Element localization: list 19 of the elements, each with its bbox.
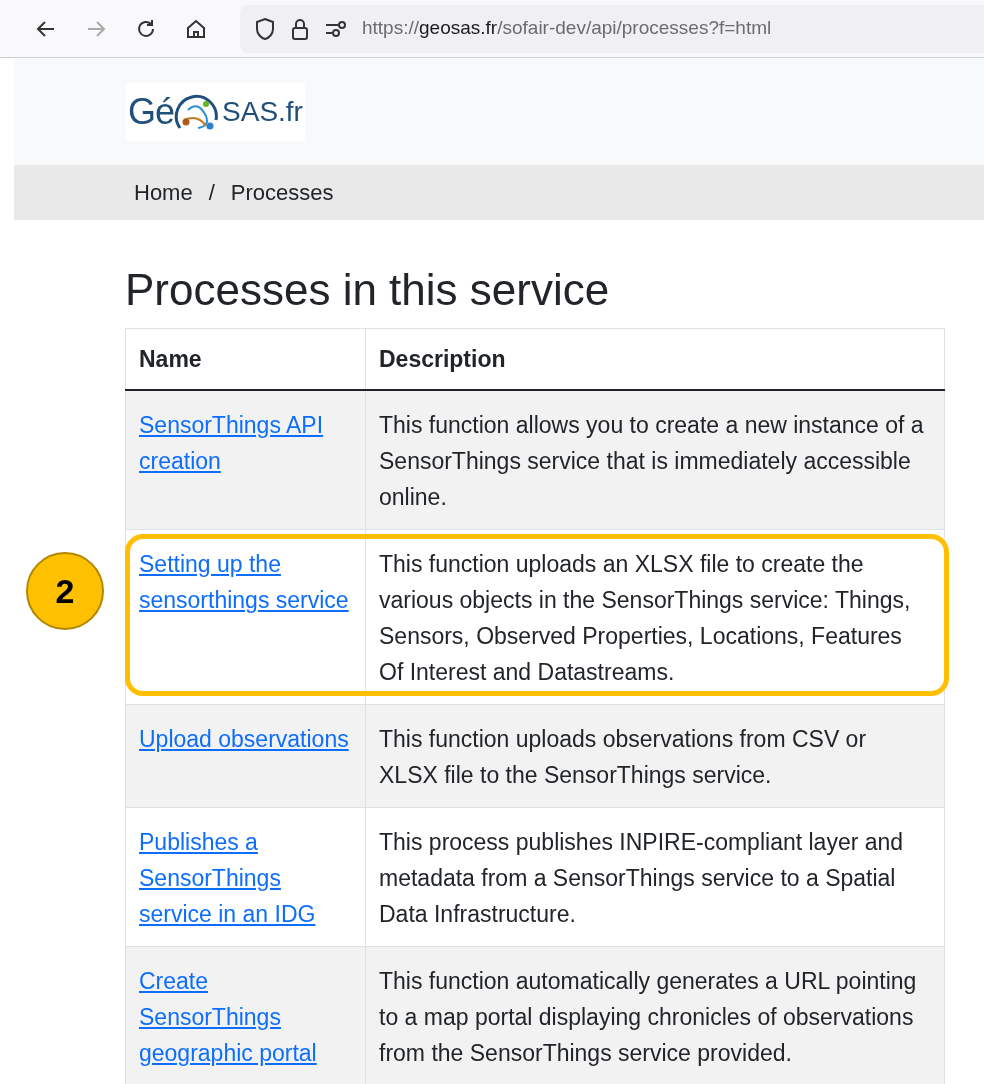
site-logo[interactable]: Gé SAS.fr (126, 82, 305, 141)
breadcrumb-separator: / (207, 179, 216, 207)
process-link[interactable]: Create SensorThings geographic portal (139, 963, 352, 1071)
page-title: Processes in this service (125, 264, 611, 316)
shield-icon[interactable] (254, 16, 276, 41)
breadcrumb-link[interactable]: Processes (230, 176, 334, 209)
table-cell: This function allows you to create a new instance of a SensorThings service that is immediately accessible online. (365, 390, 945, 530)
table-cell: This function uploads an XLSX file to create the various objects in the SensorThings service: Things, Sensors, Observed Properties, Locations, Features Of Interest and Datastreams. (365, 529, 945, 705)
process-link[interactable]: Publishes a SensorThings service in an IDG (139, 824, 352, 932)
process-link[interactable]: Setting up the sensorthings service (139, 546, 352, 618)
process-link[interactable]: SensorThings API creation (139, 407, 352, 479)
address-bar[interactable]: https://geosas.fr/sofair-dev/api/processes?f=html (240, 4, 984, 53)
lock-icon[interactable] (290, 16, 310, 41)
table-cell: This function uploads observations from CSV or XLSX file to the SensorThings service. (365, 704, 945, 808)
breadcrumb-link[interactable]: Home (134, 176, 193, 209)
permissions-icon[interactable] (324, 18, 348, 39)
table-cell: This process publishes INPIRE-compliant layer and metadata from a SensorThings service to a Spatial Data Infrastructure. (365, 807, 945, 947)
process-link[interactable]: Upload observations (139, 721, 352, 757)
step-badge: 2 (26, 552, 104, 630)
